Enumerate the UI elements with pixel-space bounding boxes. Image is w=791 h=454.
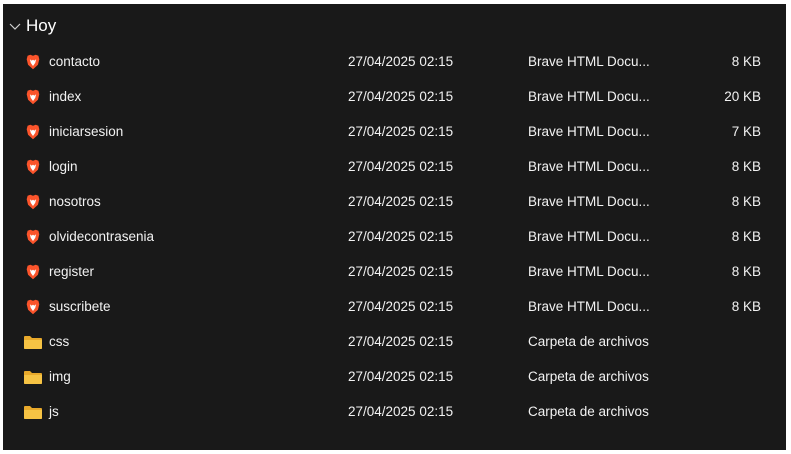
file-name: img — [49, 369, 71, 384]
file-name-cell: iniciarsesion — [23, 114, 123, 149]
file-type: Brave HTML Docu... — [528, 229, 650, 244]
file-row-img[interactable]: img 27/04/2025 02:15 Carpeta de archivos — [3, 359, 786, 394]
file-date: 27/04/2025 02:15 — [348, 404, 454, 419]
brave-icon — [23, 297, 43, 317]
file-name: olvidecontrasenia — [49, 229, 155, 244]
file-name-cell: contacto — [23, 44, 100, 79]
brave-icon — [23, 227, 43, 247]
file-row-iniciarsesion[interactable]: iniciarsesion 27/04/2025 02:15 Brave HTML … — [3, 114, 786, 149]
file-date: 27/04/2025 02:15 — [348, 194, 454, 209]
file-date: 27/04/2025 02:15 — [348, 229, 454, 244]
file-size: 8 KB — [731, 264, 761, 279]
file-row-css[interactable]: css 27/04/2025 02:15 Carpeta de archivos — [3, 324, 786, 359]
file-name-cell: suscribete — [23, 289, 111, 324]
file-name: contacto — [49, 54, 101, 69]
file-date: 27/04/2025 02:15 — [348, 124, 454, 139]
file-type: Carpeta de archivos — [528, 369, 649, 384]
file-date: 27/04/2025 02:15 — [348, 334, 454, 349]
file-size: 7 KB — [731, 124, 761, 139]
file-name: register — [49, 264, 95, 279]
file-date: 27/04/2025 02:15 — [348, 54, 454, 69]
file-name-cell: css — [23, 324, 69, 359]
brave-icon — [23, 52, 43, 72]
file-type: Brave HTML Docu... — [528, 124, 650, 139]
file-size: 8 KB — [731, 194, 761, 209]
file-name: nosotros — [49, 194, 101, 209]
file-size: 8 KB — [731, 159, 761, 174]
file-date: 27/04/2025 02:15 — [348, 159, 454, 174]
file-name-cell: js — [23, 394, 59, 429]
file-row-index[interactable]: index 27/04/2025 02:15 Brave HTML Docu... 2… — [3, 79, 786, 114]
file-row-js[interactable]: js 27/04/2025 02:15 Carpeta de archivos — [3, 394, 786, 429]
file-type: Brave HTML Docu... — [528, 159, 650, 174]
file-type: Brave HTML Docu... — [528, 89, 650, 104]
file-type: Brave HTML Docu... — [528, 54, 650, 69]
file-size: 20 KB — [724, 89, 761, 104]
file-name-cell: nosotros — [23, 184, 101, 219]
folder-icon — [23, 332, 43, 352]
chevron-down-icon — [9, 23, 21, 30]
file-date: 27/04/2025 02:15 — [348, 369, 454, 384]
file-row-register[interactable]: register 27/04/2025 02:15 Brave HTML Docu.… — [3, 254, 786, 289]
file-date: 27/04/2025 02:15 — [348, 264, 454, 279]
brave-icon — [23, 122, 43, 142]
file-type: Brave HTML Docu... — [528, 194, 650, 209]
file-name-cell: img — [23, 359, 71, 394]
brave-icon — [23, 87, 43, 107]
file-size: 8 KB — [731, 299, 761, 314]
file-list: contacto 27/04/2025 02:15 Brave HTML Docu.… — [3, 44, 786, 429]
brave-icon — [23, 157, 43, 177]
file-row-suscribete[interactable]: suscribete 27/04/2025 02:15 Brave HTML Doc… — [3, 289, 786, 324]
file-name: js — [49, 404, 59, 419]
group-title: Hoy — [26, 16, 57, 35]
file-name-cell: login — [23, 149, 78, 184]
file-row-contacto[interactable]: contacto 27/04/2025 02:15 Brave HTML Docu.… — [3, 44, 786, 79]
file-row-nosotros[interactable]: nosotros 27/04/2025 02:15 Brave HTML Docu.… — [3, 184, 786, 219]
file-row-login[interactable]: login 27/04/2025 02:15 Brave HTML Docu... 8… — [3, 149, 786, 184]
file-type: Brave HTML Docu... — [528, 264, 650, 279]
file-list-panel: Hoy contacto 27/04/2025 02:15 Brave HTML D… — [3, 4, 786, 450]
folder-icon — [23, 367, 43, 387]
file-name-cell: register — [23, 254, 94, 289]
file-date: 27/04/2025 02:15 — [348, 299, 454, 314]
file-name: index — [49, 89, 82, 104]
file-name: iniciarsesion — [49, 124, 124, 139]
file-type: Brave HTML Docu... — [528, 299, 650, 314]
file-size: 8 KB — [731, 229, 761, 244]
file-type: Carpeta de archivos — [528, 334, 649, 349]
file-name: suscribete — [49, 299, 111, 314]
file-date: 27/04/2025 02:15 — [348, 89, 454, 104]
file-name-cell: index — [23, 79, 81, 114]
file-name: css — [49, 334, 70, 349]
group-header-hoy[interactable]: Hoy — [8, 14, 56, 38]
brave-icon — [23, 262, 43, 282]
file-row-olvidecontrasenia[interactable]: olvidecontrasenia 27/04/2025 02:15 Brave H… — [3, 219, 786, 254]
folder-icon — [23, 402, 43, 422]
file-size: 8 KB — [731, 54, 761, 69]
file-name-cell: olvidecontrasenia — [23, 219, 154, 254]
brave-icon — [23, 192, 43, 212]
file-name: login — [49, 159, 78, 174]
file-type: Carpeta de archivos — [528, 404, 649, 419]
